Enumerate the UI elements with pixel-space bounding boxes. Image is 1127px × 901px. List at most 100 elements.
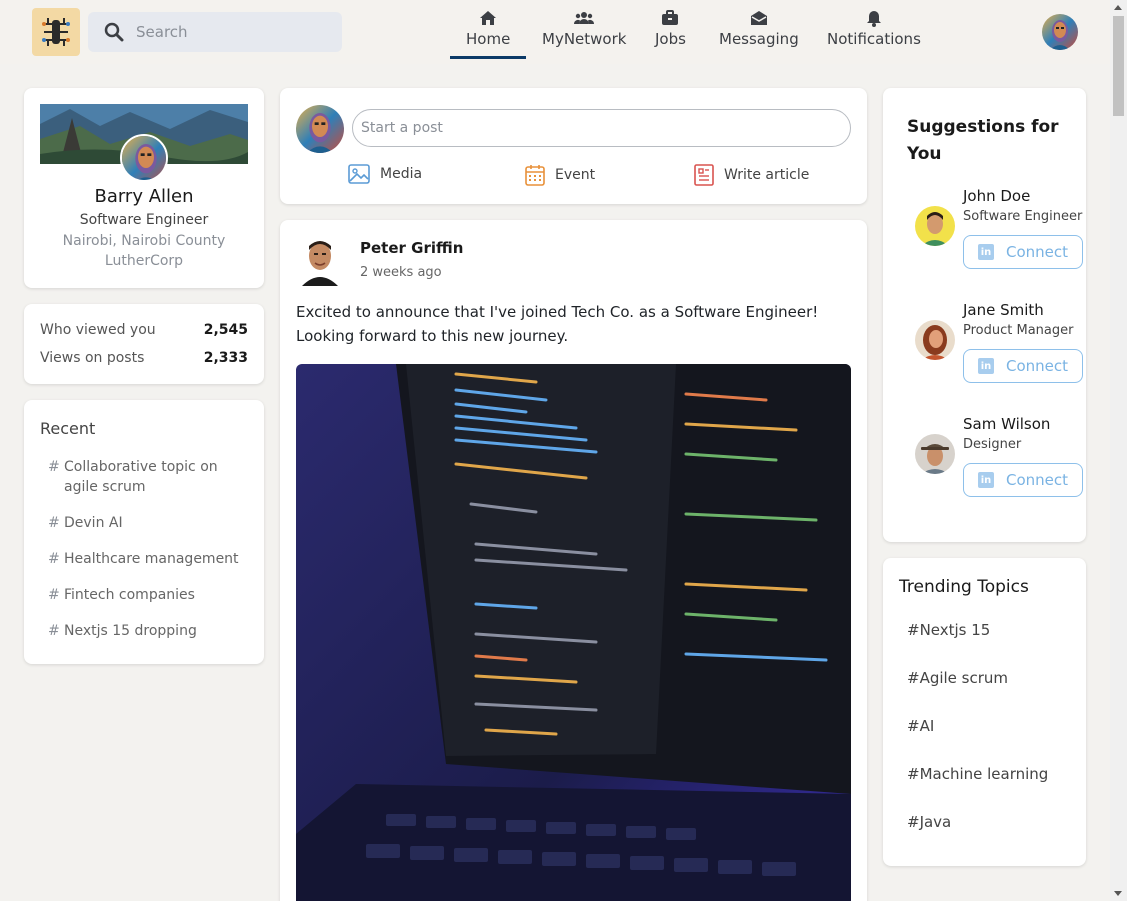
scroll-up-arrow-icon[interactable] (1114, 5, 1122, 10)
users-icon (574, 8, 595, 28)
linkedin-icon: in (977, 244, 994, 260)
media-button-label: Media (380, 166, 423, 182)
hashtag-icon: # (48, 459, 60, 475)
recent-item-label: Fintech companies (64, 587, 195, 603)
nav-messaging[interactable]: Messaging (719, 8, 799, 56)
media-button[interactable]: Media (348, 164, 422, 184)
trending-topic[interactable]: #AI (907, 717, 934, 735)
top-navigation-bar: Home MyNetwork Jobs Messaging Notificati… (0, 0, 1110, 64)
write-article-button-label: Write article (724, 167, 810, 183)
stat-who-viewed[interactable]: Who viewed you 2,545 (40, 322, 248, 338)
search-icon (104, 22, 124, 46)
recent-item[interactable]: # Fintech companies (48, 585, 248, 605)
profile-name[interactable]: Barry Allen (24, 186, 264, 207)
recent-item-label: Nextjs 15 dropping (64, 623, 197, 639)
recent-item[interactable]: # Collaborative topic on agile scrum (48, 457, 248, 497)
hashtag-icon: # (48, 515, 60, 531)
linkedin-icon: in (977, 472, 994, 488)
nav-messaging-label: Messaging (719, 30, 799, 48)
connect-button-label: Connect (1005, 471, 1069, 489)
suggestion-avatar[interactable] (915, 320, 955, 360)
recent-item[interactable]: # Healthcare management (48, 549, 248, 569)
stat-label: Who viewed you (40, 322, 156, 338)
composer-avatar (296, 105, 344, 153)
search-input[interactable] (136, 12, 336, 52)
suggestions-heading: Suggestions for You (907, 117, 1059, 164)
stat-value: 2,545 (203, 322, 248, 338)
trending-topics-card: Trending Topics #Nextjs 15 #Agile scrum … (883, 558, 1086, 866)
hashtag-icon: # (48, 623, 60, 639)
suggestion-avatar[interactable] (915, 206, 955, 246)
recent-item[interactable]: # Devin AI (48, 513, 248, 533)
suggestions-card: Suggestions for You John Doe Software En… (883, 88, 1086, 542)
stat-views-on-posts[interactable]: Views on posts 2,333 (40, 350, 248, 366)
nav-jobs-label: Jobs (655, 30, 686, 48)
calendar-icon (525, 164, 545, 186)
suggestion-name[interactable]: Sam Wilson (963, 415, 1050, 433)
linkedin-icon: in (977, 358, 994, 374)
post-image[interactable] (296, 364, 851, 901)
profile-avatar[interactable] (120, 134, 168, 182)
app-logo[interactable] (32, 8, 80, 56)
nav-mynetwork[interactable]: MyNetwork (542, 8, 626, 56)
image-icon (348, 164, 370, 184)
scrollbar-thumb[interactable] (1113, 16, 1124, 116)
nav-home-label: Home (466, 30, 511, 48)
recent-item-label: Healthcare management (64, 551, 239, 567)
event-button-label: Event (555, 167, 596, 183)
post-text: Excited to announce that I've joined Tec… (296, 303, 819, 345)
event-button[interactable]: Event (525, 164, 595, 186)
suggestion-name[interactable]: John Doe (963, 187, 1030, 205)
home-icon (479, 8, 497, 28)
user-avatar-menu[interactable] (1042, 14, 1078, 50)
suggestion-role: Product Manager (963, 323, 1074, 338)
post-author-name[interactable]: Peter Griffin (360, 239, 463, 257)
article-icon (694, 164, 714, 186)
trending-topic[interactable]: #Machine learning (907, 765, 1048, 783)
start-post-input[interactable] (352, 109, 851, 147)
briefcase-icon (661, 8, 679, 28)
nav-home[interactable]: Home (449, 8, 527, 59)
nav-jobs[interactable]: Jobs (655, 8, 686, 56)
post-timestamp: 2 weeks ago (360, 265, 442, 280)
user-avatar-image (1042, 14, 1078, 50)
trending-topic[interactable]: #Nextjs 15 (907, 621, 990, 639)
stat-label: Views on posts (40, 350, 145, 366)
connect-button-label: Connect (1005, 243, 1069, 261)
post-composer: Media Event Write article (280, 88, 867, 204)
suggestion-item: Sam Wilson Designer in Connect (883, 415, 1086, 515)
connect-button[interactable]: in Connect (963, 235, 1083, 269)
suggestion-item: Jane Smith Product Manager in Connect (883, 301, 1086, 401)
nav-notifications-label: Notifications (827, 30, 921, 48)
search-box[interactable] (88, 12, 342, 52)
recent-item-label: Collaborative topic on agile scrum (64, 459, 218, 495)
connect-button-label: Connect (1005, 357, 1069, 375)
trending-topic[interactable]: #Agile scrum (907, 669, 1008, 687)
post-author-avatar[interactable] (296, 234, 344, 286)
trending-topic[interactable]: #Java (907, 813, 951, 831)
hashtag-icon: # (48, 551, 60, 567)
recent-heading: Recent (40, 419, 96, 438)
profile-title: Software Engineer (79, 212, 209, 228)
nav-mynetwork-label: MyNetwork (542, 30, 627, 48)
stat-value: 2,333 (203, 350, 248, 366)
connect-button[interactable]: in Connect (963, 463, 1083, 497)
suggestion-item: John Doe Software Engineer in Connect (883, 187, 1086, 287)
suggestion-role: Designer (963, 437, 1022, 452)
suggestion-role: Software Engineer (963, 209, 1083, 224)
suggestion-name[interactable]: Jane Smith (963, 301, 1044, 319)
scroll-down-arrow-icon[interactable] (1114, 891, 1122, 896)
trending-heading: Trending Topics (899, 577, 1029, 597)
logo-icon (42, 18, 70, 46)
envelope-icon (750, 8, 768, 28)
write-article-button[interactable]: Write article (694, 164, 809, 186)
nav-notifications[interactable]: Notifications (827, 8, 921, 56)
hashtag-icon: # (48, 587, 60, 603)
profile-stats-card: Who viewed you 2,545 Views on posts 2,33… (24, 304, 264, 384)
profile-card: Barry Allen Software Engineer Nairobi, N… (24, 88, 264, 288)
bell-icon (866, 8, 882, 28)
suggestion-avatar[interactable] (915, 434, 955, 474)
recent-item[interactable]: # Nextjs 15 dropping (48, 621, 248, 641)
connect-button[interactable]: in Connect (963, 349, 1083, 383)
page-scrollbar[interactable] (1110, 0, 1127, 901)
